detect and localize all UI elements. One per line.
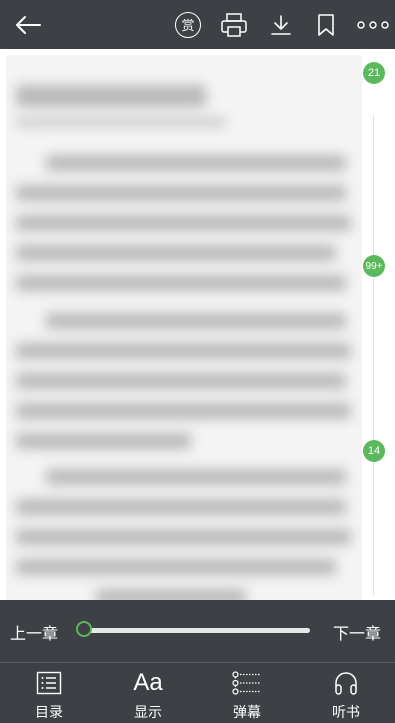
next-chapter-button[interactable]: 下一章 <box>333 620 381 644</box>
font-aa-glyph: Aa <box>133 669 163 696</box>
comment-count: 21 <box>367 67 381 79</box>
nav-label: 显示 <box>134 705 162 721</box>
nav-label: 目录 <box>35 705 63 721</box>
nav-item-display[interactable]: Aa 显示 <box>99 663 197 723</box>
font-aa-icon: Aa <box>99 669 197 697</box>
nav-item-toc[interactable]: 目录 <box>0 663 98 723</box>
chapter-progress-bar: 上一章 下一章 <box>0 600 395 662</box>
nav-label: 听书 <box>332 705 360 721</box>
chapter-slider[interactable] <box>76 621 310 637</box>
bottom-nav: 目录 Aa 显示 弹幕 听书 <box>0 663 395 723</box>
comment-count: 14 <box>367 445 381 457</box>
danmaku-icon <box>198 669 296 697</box>
prev-chapter-button[interactable]: 上一章 <box>10 620 58 644</box>
nav-item-danmaku[interactable]: 弹幕 <box>198 663 296 723</box>
toc-list-icon <box>0 669 98 697</box>
blurred-page-content <box>6 55 362 600</box>
comment-count-bubble[interactable]: 99+ <box>363 255 385 277</box>
nav-item-listen[interactable]: 听书 <box>297 663 395 723</box>
nav-label: 弹幕 <box>233 705 261 721</box>
slider-track <box>84 628 310 633</box>
reward-icon: 赏 <box>175 11 201 38</box>
bookmark-icon[interactable] <box>311 0 341 49</box>
download-icon[interactable] <box>264 0 298 49</box>
more-icon[interactable] <box>354 0 392 49</box>
comment-count-bubble[interactable]: 14 <box>363 440 385 462</box>
reader-area[interactable] <box>0 49 395 600</box>
reward-glyph: 赏 <box>181 19 195 34</box>
reward-button[interactable]: 赏 <box>170 0 206 49</box>
print-icon[interactable] <box>215 0 253 49</box>
back-arrow-icon[interactable] <box>6 0 50 49</box>
comment-count: 99+ <box>365 260 383 272</box>
top-toolbar: 赏 <box>0 0 395 49</box>
slider-knob[interactable] <box>76 621 92 637</box>
headphones-icon <box>297 669 395 697</box>
comment-track <box>373 115 374 595</box>
comment-count-bubble[interactable]: 21 <box>363 62 385 84</box>
